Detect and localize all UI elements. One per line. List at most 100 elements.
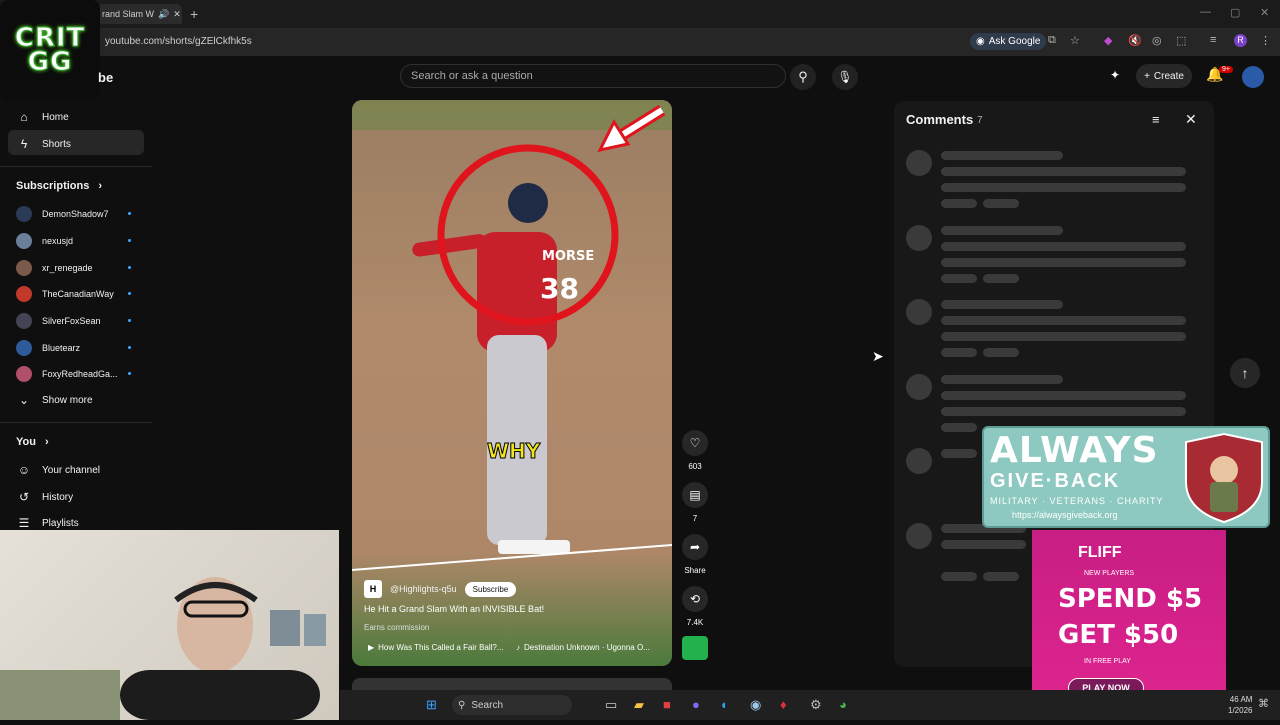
comment-skeleton-line	[941, 167, 1186, 176]
puzzle-icon[interactable]: ⬚	[1176, 34, 1186, 47]
sidebar-item-subscription[interactable]: FoxyRedheadGa...	[16, 366, 118, 382]
sparkle-icon[interactable]: ✦	[1110, 68, 1120, 82]
extension-icon[interactable]: ◆	[1104, 34, 1112, 47]
new-content-dot	[128, 346, 131, 349]
search-icon[interactable]: ⚲	[790, 64, 816, 90]
sidebar-item-history[interactable]: ↺ History	[16, 490, 73, 504]
pin-icon[interactable]: ♦	[780, 697, 787, 712]
comment-skeleton-line	[941, 540, 1026, 549]
search-input[interactable]: Search or ask a question	[400, 64, 786, 88]
fliff-tag: NEW PLAYERS	[1084, 570, 1135, 577]
sidebar-item-subscription[interactable]: DemonShadow7	[16, 206, 109, 222]
notification-center-icon[interactable]: ⌘	[1258, 697, 1269, 710]
clock-time: 46 AM	[1229, 695, 1253, 704]
chrome-icon[interactable]: ◕	[839, 697, 847, 712]
task-view-icon[interactable]: ▭	[605, 697, 617, 713]
comment-skeleton-line	[941, 375, 1063, 384]
more-menu-icon[interactable]: ⋮	[1260, 34, 1271, 47]
you-header[interactable]: You ›	[16, 436, 49, 448]
discord-icon[interactable]: ●	[692, 697, 700, 712]
comment-skeleton-avatar	[906, 448, 932, 474]
mic-icon[interactable]: 🎙	[832, 64, 858, 90]
mute-icon[interactable]: 🔇	[1128, 34, 1142, 47]
home-icon: ⌂	[20, 110, 28, 124]
mouse-cursor-icon: ➤	[872, 348, 884, 364]
share-label: Share	[684, 566, 706, 575]
sidebar-item-home[interactable]: ⌂ Home	[16, 110, 68, 124]
windows-start-icon[interactable]: ⊞	[426, 697, 437, 713]
tab-title: rand Slam W	[102, 9, 155, 19]
sidebar-item-subscription[interactable]: TheCanadianWay	[16, 286, 114, 302]
sidebar-item-label: Shorts	[42, 138, 71, 150]
sidebar-item-your-channel[interactable]: ☺ Your channel	[16, 463, 100, 477]
remix-button[interactable]: ⟲	[682, 586, 708, 612]
minimize-icon[interactable]: —	[1200, 6, 1211, 18]
url-field[interactable]: youtube.com/shorts/gZElCkfhk5s	[105, 36, 252, 47]
comment-skeleton-avatar	[906, 299, 932, 325]
browser-tab[interactable]: rand Slam W 🔊 ✕	[96, 4, 182, 24]
avatar	[16, 286, 32, 302]
music-link[interactable]: ♪ Destination Unknown · Ugonna O...	[516, 643, 650, 652]
subscriptions-header[interactable]: Subscriptions ›	[16, 180, 102, 192]
share-button[interactable]: ➦	[682, 534, 708, 560]
create-label: Create	[1153, 70, 1184, 82]
like-button[interactable]: ♡	[682, 430, 708, 456]
like-count: 603	[688, 462, 702, 471]
youtube-logo-label[interactable]: be	[98, 70, 113, 85]
media-icon[interactable]: ≡	[1210, 34, 1216, 46]
scroll-up-button[interactable]: ↑	[1230, 358, 1260, 388]
new-tab-button[interactable]: +	[190, 6, 198, 22]
close-tab-icon[interactable]: ✕	[173, 9, 181, 20]
file-explorer-icon[interactable]: ▰	[634, 697, 644, 713]
install-icon[interactable]: ⧉	[1048, 34, 1056, 47]
sort-icon[interactable]: ≡	[1152, 112, 1160, 127]
create-button[interactable]: + Create	[1136, 64, 1192, 88]
show-more-button[interactable]: ⌄ Show more	[16, 393, 93, 407]
sidebar-item-subscription[interactable]: SilverFoxSean	[16, 313, 101, 329]
comment-skeleton-line	[941, 391, 1186, 400]
sound-thumbnail[interactable]	[682, 636, 708, 660]
comment-skeleton-line	[941, 572, 977, 581]
lens-icon: ◉	[976, 36, 985, 47]
sidebar-divider	[0, 166, 152, 167]
bookmark-star-icon[interactable]: ☆	[1070, 34, 1080, 47]
shorts-video-player[interactable]: MORSE 38 WHY H @Highlights-q5u Subscribe…	[352, 100, 672, 666]
taskbar-clock[interactable]: 46 AM 1/2026	[1228, 694, 1252, 716]
sidebar-item-subscription[interactable]: Bluetearz	[16, 340, 80, 356]
fliff-offer-line2: GET $50	[1058, 620, 1179, 650]
share-icon: ➦	[689, 540, 701, 554]
subscribe-button[interactable]: Subscribe	[464, 581, 517, 597]
avatar	[16, 340, 32, 356]
new-content-dot	[128, 372, 131, 375]
taskbar-search[interactable]: ⚲ Search	[452, 695, 572, 715]
ask-google-button[interactable]: ◉ Ask Google	[970, 33, 1047, 50]
comment-skeleton-line	[983, 348, 1019, 357]
sidebar-item-subscription[interactable]: nexusjd	[16, 233, 73, 249]
ask-google-label: Ask Google	[988, 36, 1041, 47]
channel-handle[interactable]: @Highlights-q5u	[390, 584, 457, 594]
sidebar-item-playlists[interactable]: ☰ Playlists	[16, 516, 79, 530]
close-icon[interactable]: ✕	[1185, 111, 1197, 128]
profile-icon[interactable]: R	[1234, 34, 1247, 47]
settings-icon[interactable]: ⚙	[810, 697, 822, 713]
comments-count: 7	[977, 115, 983, 126]
sidebar-item-shorts[interactable]: ϟ Shorts	[16, 137, 71, 151]
app-icon[interactable]: ■	[663, 697, 671, 712]
maximize-icon[interactable]: ▢	[1230, 6, 1240, 19]
new-content-dot	[128, 319, 131, 322]
sidebar-divider	[0, 422, 152, 423]
playlist-icon: ☰	[18, 516, 30, 530]
banner-subtitle: GIVE·BACK	[990, 470, 1121, 492]
avatar[interactable]	[1242, 66, 1264, 88]
comments-button[interactable]: ▤	[682, 482, 708, 508]
channel-avatar[interactable]: H	[364, 580, 382, 598]
jersey-number: 38	[540, 272, 579, 305]
related-video-link[interactable]: ▶ How Was This Called a Fair Ball?...	[368, 643, 504, 652]
avatar	[16, 366, 32, 382]
banner-url: https://alwaysgiveback.org	[1012, 510, 1118, 520]
steam-icon[interactable]: ◉	[750, 697, 761, 713]
close-window-icon[interactable]: ✕	[1260, 6, 1269, 19]
sidebar-item-subscription[interactable]: xr_renegade	[16, 260, 93, 276]
edge-icon[interactable]: ◐	[721, 697, 729, 712]
globe-icon[interactable]: ◎	[1152, 34, 1162, 47]
